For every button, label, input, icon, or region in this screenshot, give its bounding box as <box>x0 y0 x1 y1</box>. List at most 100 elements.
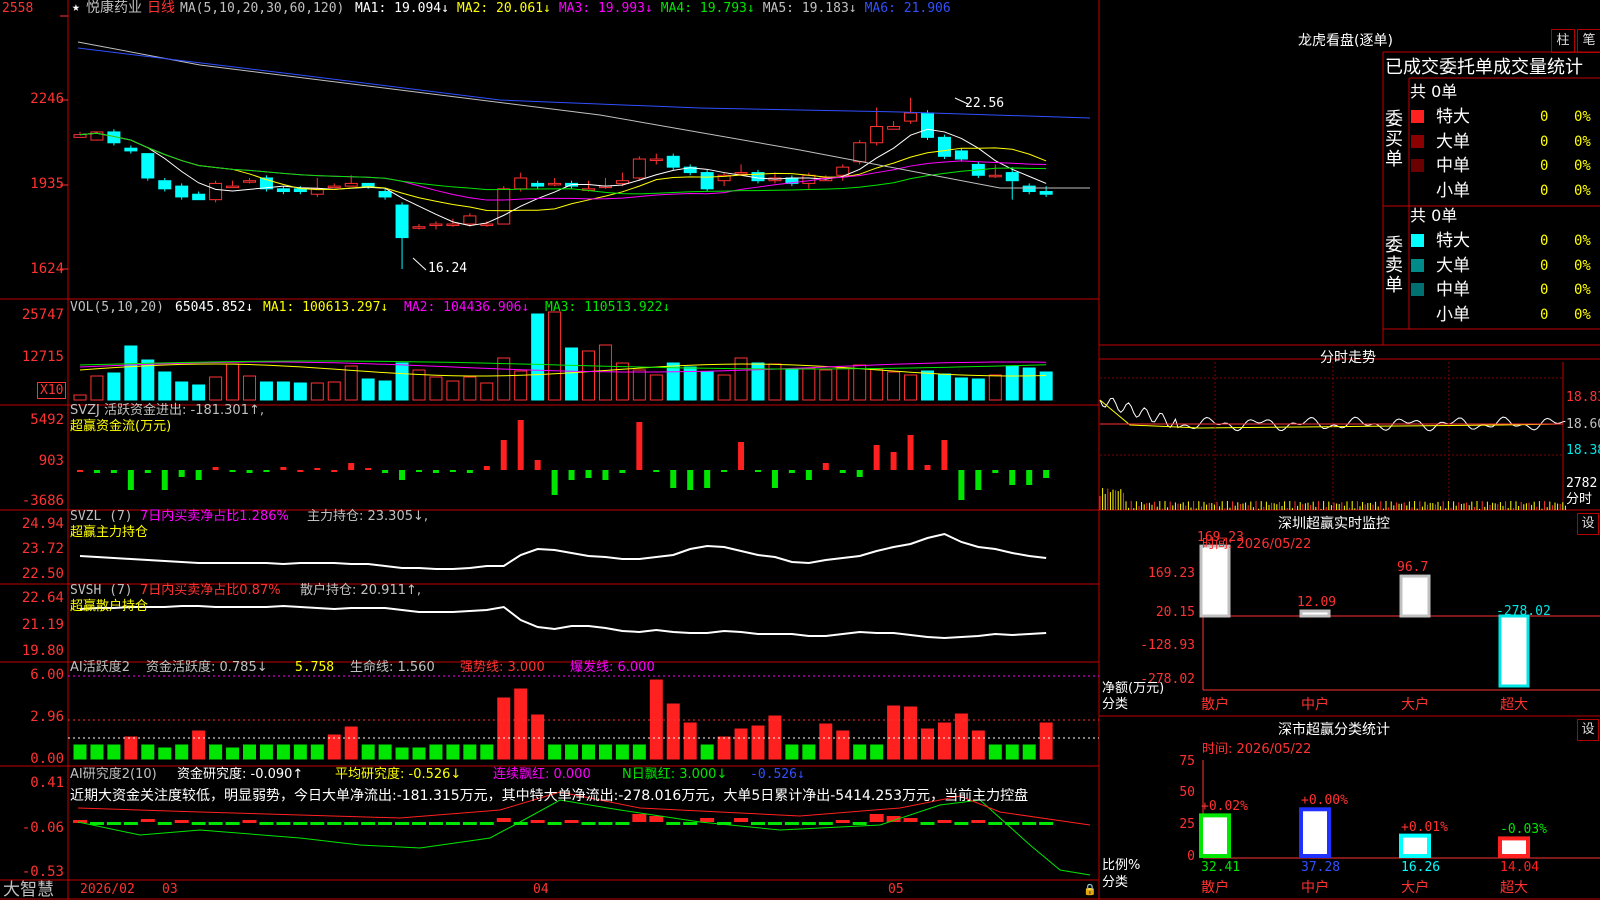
candle-body <box>615 180 629 184</box>
volume-bar <box>73 394 87 401</box>
order-pct: 0% <box>1574 109 1591 125</box>
sz-class-time: 时间: 2026/05/22 <box>1202 742 1312 757</box>
volume-bar <box>819 369 833 401</box>
volume-bar <box>1022 367 1036 401</box>
sz-monitor-value: 96.7 <box>1397 560 1429 576</box>
ai-activity-bar <box>480 744 494 760</box>
ai-activity-bar <box>853 744 867 760</box>
svzj-bar <box>924 465 931 470</box>
ai-research-bar <box>835 820 850 823</box>
ai-activity-bar <box>209 744 223 760</box>
vol-ma1: MA1: 100613.297↓ <box>263 300 389 315</box>
ai-activity-bar <box>734 728 748 760</box>
svzl-hold: 主力持仓: 23.305↓, <box>307 509 429 524</box>
ai-act-c: 生命线: 1.560 <box>350 660 435 675</box>
order-count: 0 <box>1540 182 1549 199</box>
low-price-label: 16.24 <box>428 261 468 276</box>
candle-body <box>73 134 87 138</box>
ai-research-bar <box>208 822 223 825</box>
volume-bar <box>378 380 392 401</box>
ai-research-bar <box>140 819 155 822</box>
intraday-fenshi[interactable]: 分时 <box>1566 492 1592 508</box>
sz-monitor-category: 散户 <box>1201 697 1229 713</box>
vol-value: 65045.852↓ <box>175 300 254 315</box>
ai-res-c: 连续飘红: 0.000 <box>493 767 591 782</box>
svzj-bar <box>77 470 83 472</box>
ai-activity-bar <box>107 744 121 760</box>
vol-unit-button[interactable]: X10 <box>37 382 67 399</box>
sz-class-bar <box>1498 836 1530 858</box>
svzj-bar <box>246 470 253 473</box>
ma5-value: MA5: 19.183↓ <box>762 1 857 16</box>
volume-bar <box>632 369 646 401</box>
ai-res-d: N日飘红: 3.000↓ <box>622 767 728 782</box>
ai-activity-bar <box>226 747 240 760</box>
ai-activity-bar <box>378 744 392 760</box>
svzj-bar <box>856 470 863 477</box>
order-count: 0 <box>1540 133 1549 150</box>
favorite-star-icon[interactable]: ★ <box>72 0 80 16</box>
sz-monitor-settings-button[interactable]: 设 <box>1577 513 1599 535</box>
ai-activity-bar <box>395 747 409 760</box>
volume-bar <box>971 378 985 401</box>
ai-research-bar <box>581 822 596 825</box>
order-pct: 0% <box>1574 257 1591 274</box>
candle-body <box>463 215 477 225</box>
sz-class-bar <box>1399 833 1431 858</box>
volume-bar <box>276 381 290 401</box>
ai-res-axis-2: -0.06 <box>21 820 64 836</box>
bar-mode-button[interactable]: 柱 <box>1551 29 1575 53</box>
ai-research-bar <box>649 816 664 822</box>
order-type-label: 大单 <box>1436 131 1470 152</box>
order-pct: 0% <box>1574 306 1591 323</box>
vol-axis-2: 12715 <box>21 349 64 365</box>
order-pct: 0% <box>1574 133 1591 150</box>
ai-research-bar <box>751 822 765 825</box>
order-count: 0 <box>1540 233 1549 249</box>
volume-bar <box>480 382 494 401</box>
svzj-bar <box>636 422 643 470</box>
volume-bar <box>243 375 256 401</box>
candle-body <box>226 185 240 189</box>
sz-class-settings-button[interactable]: 设 <box>1577 719 1599 741</box>
svzj-bar <box>280 467 287 470</box>
sz-monitor-category: 中户 <box>1301 697 1329 713</box>
svzj-bar <box>771 470 778 488</box>
lock-icon[interactable]: 🔒 <box>1083 882 1097 898</box>
volume-bar <box>582 350 595 401</box>
dragon-title: 龙虎看盘(逐单) <box>1298 33 1393 49</box>
ai-activity-bar <box>632 744 646 760</box>
order-type-label: 特大 <box>1436 107 1470 127</box>
intraday-axis-2: 18.60 <box>1566 417 1600 432</box>
order-count: 0 <box>1540 109 1549 125</box>
svzj-bar <box>1009 470 1016 485</box>
ai-research-bar <box>157 822 172 825</box>
volume-bar <box>90 375 104 401</box>
candle-body <box>937 136 951 157</box>
tick-mode-button[interactable]: 笔 <box>1577 29 1600 53</box>
svzj-bar <box>399 470 406 480</box>
sz-class-change: -0.03% <box>1500 822 1547 838</box>
volume-bar <box>904 374 918 401</box>
stock-name[interactable]: 悦康药业 <box>86 0 142 16</box>
legend-swatch <box>1411 258 1424 272</box>
period-label[interactable]: 日线 <box>147 0 175 16</box>
ai-research-bar <box>1039 822 1054 825</box>
svzj-bar <box>161 470 168 490</box>
svzj-bar <box>416 470 422 472</box>
ai-act-d: 强势线: 3.000 <box>460 660 545 675</box>
order-count: 0 <box>1540 257 1549 274</box>
order-type-label: 中单 <box>1436 280 1470 300</box>
date-label-2: 03 <box>162 882 178 897</box>
ai-act-axis-2: 2.96 <box>30 709 64 725</box>
candle-body <box>158 180 172 190</box>
svzj-bar <box>432 470 439 473</box>
candle-body <box>378 191 392 198</box>
intraday-axis-3: 18.38 <box>1566 443 1600 458</box>
svzj-bar <box>500 440 507 470</box>
ai-activity-bar <box>683 722 697 760</box>
ai-activity-bar <box>90 744 104 760</box>
ai-activity-bar <box>870 744 884 760</box>
volume-bar <box>192 384 206 401</box>
ai-research-bar <box>615 822 630 825</box>
